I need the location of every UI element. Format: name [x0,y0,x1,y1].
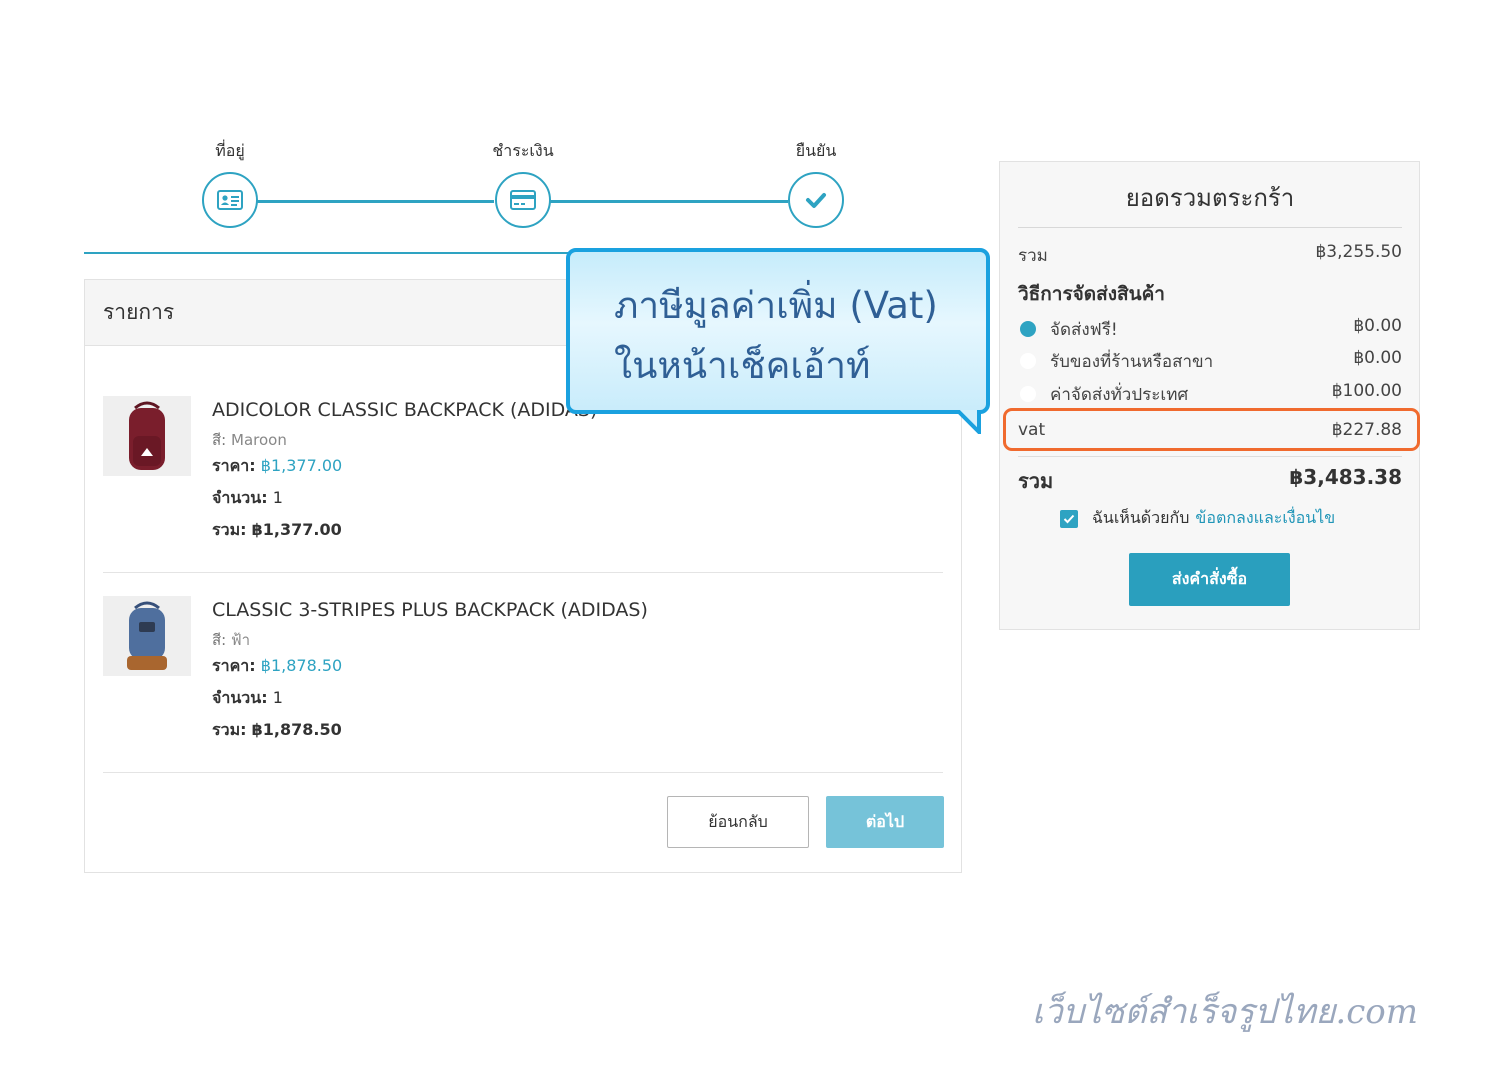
back-button[interactable]: ย้อนกลับ [667,796,809,848]
terms-agreement: ฉันเห็นด้วยกับ ข้อตกลงและเงื่อนไข [1060,506,1335,531]
item-divider [103,572,943,573]
shipping-heading: วิธีการจัดส่งสินค้า [1018,283,1165,305]
product-name[interactable]: ADICOLOR CLASSIC BACKPACK (ADIDAS) [212,396,597,424]
watermark: เว็บไซต์สำเร็จรูปไทย.com [1031,992,1418,1032]
summary-title: ยอดรวมตระกร้า [1018,180,1402,228]
price-label: ราคา: [212,456,256,475]
product-thumbnail[interactable] [103,396,191,476]
checkmark-icon [788,172,844,228]
qty-label: จำนวน: [212,688,268,707]
item-total-label: รวม: [212,720,247,739]
credit-card-icon [495,172,551,228]
color-value: Maroon [231,431,287,449]
callout-tail [955,410,981,434]
step-label: ชำระเงิน [492,141,554,160]
radio-selected[interactable] [1020,321,1036,337]
summary-divider [1018,456,1402,457]
shipping-option-pickup[interactable]: รับของที่ร้านหรือสาขา ฿0.00 [1018,348,1402,375]
product-thumbnail[interactable] [103,596,191,676]
item-total-value: ฿1,878.50 [251,720,342,739]
price-value: ฿1,377.00 [260,456,343,475]
next-button[interactable]: ต่อไป [826,796,944,848]
item-total-value: ฿1,377.00 [251,520,342,539]
shipping-option-label: จัดส่งฟรี! [1050,320,1118,340]
radio-unselected[interactable] [1020,386,1036,402]
qty-value: 1 [272,688,283,707]
shipping-option-label: ค่าจัดส่งทั่วประเทศ [1050,385,1189,405]
place-order-button[interactable]: ส่งคำสั่งซื้อ [1129,553,1290,606]
step-label: ยืนยัน [795,141,837,160]
cart-summary-panel: ยอดรวมตระกร้า รวม ฿3,255.50 วิธีการจัดส่… [999,161,1420,630]
color-label: สี: [212,631,227,649]
stepper-connector [550,200,788,203]
callout-line-1: ภาษีมูลค่าเพิ่ม (Vat) [614,284,938,327]
callout-line-2: ในหน้าเช็คเอ้าท์ [614,344,871,387]
step-label: ที่อยู่ [215,141,245,160]
grand-total-value: ฿3,483.38 [1289,465,1402,489]
grand-total-label: รวม [1018,469,1054,493]
shipping-option-value: ฿100.00 [1331,381,1402,401]
step-payment[interactable]: ชำระเงิน [463,138,583,228]
subtotal-label: รวม [1018,246,1048,266]
shipping-option-free[interactable]: จัดส่งฟรี! ฿0.00 [1018,316,1402,343]
terms-text: ฉันเห็นด้วยกับ [1092,508,1190,527]
terms-link[interactable]: ข้อตกลงและเงื่อนไข [1195,506,1335,531]
price-value: ฿1,878.50 [260,656,343,675]
color-value: ฟ้า [231,631,251,649]
item-divider [103,772,943,773]
vat-callout: ภาษีมูลค่าเพิ่ม (Vat) ในหน้าเช็คเอ้าท์ [566,248,990,414]
qty-label: จำนวน: [212,488,268,507]
qty-value: 1 [272,488,283,507]
price-label: ราคา: [212,656,256,675]
step-confirm[interactable]: ยืนยัน [756,138,876,228]
shipping-option-label: รับของที่ร้านหรือสาขา [1050,352,1214,372]
vat-highlight-box [1003,408,1420,451]
terms-checkbox[interactable] [1060,509,1078,528]
grand-total-row: รวม ฿3,483.38 [1018,465,1402,497]
step-address[interactable]: ที่อยู่ [170,138,290,228]
shipping-option-value: ฿0.00 [1353,348,1402,368]
radio-unselected[interactable] [1020,353,1036,369]
shipping-option-nationwide[interactable]: ค่าจัดส่งทั่วประเทศ ฿100.00 [1018,381,1402,408]
color-label: สี: [212,431,227,449]
subtotal-value: ฿3,255.50 [1315,242,1402,262]
shipping-option-value: ฿0.00 [1353,316,1402,336]
checkout-stepper: ที่อยู่ ชำระเงิน ยืนยัน [84,138,962,256]
subtotal-row: รวม ฿3,255.50 [1018,242,1402,269]
product-name[interactable]: CLASSIC 3-STRIPES PLUS BACKPACK (ADIDAS) [212,596,648,624]
address-card-icon [202,172,258,228]
item-total-label: รวม: [212,520,247,539]
